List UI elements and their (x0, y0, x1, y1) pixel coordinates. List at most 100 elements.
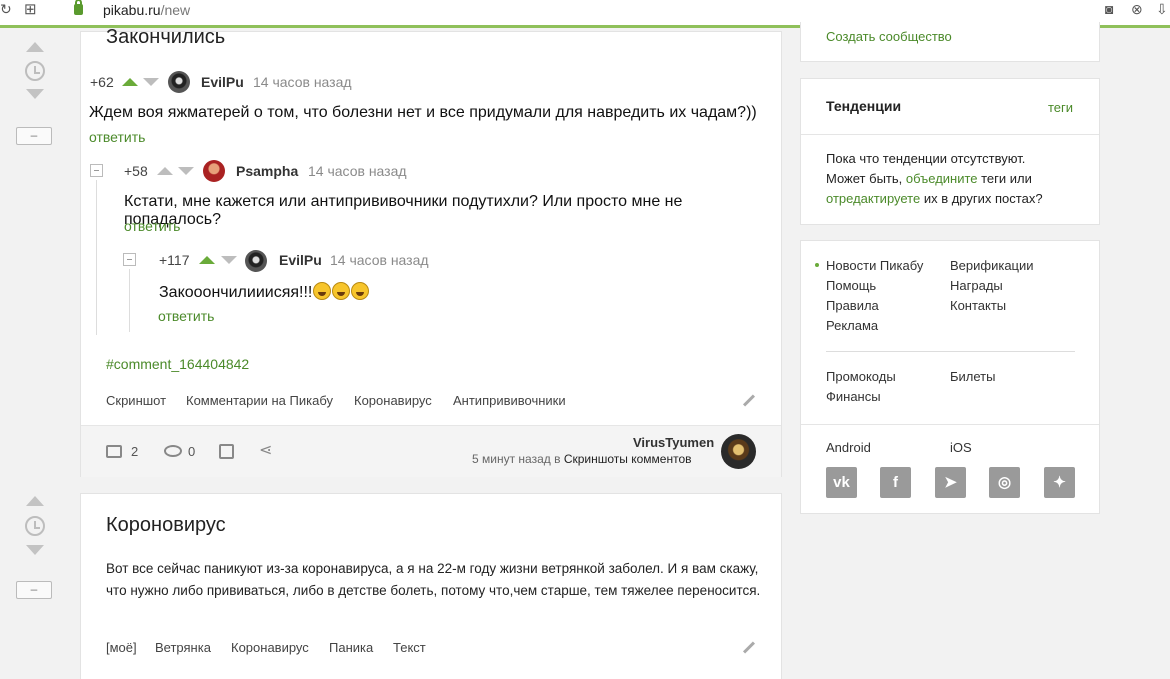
footer-link-promocodes[interactable]: Промокоды (826, 369, 896, 384)
post-author[interactable]: VirusTyumen (633, 435, 714, 450)
comment-text: Ждем воя яжматерей о том, что болезни не… (89, 104, 757, 121)
author-avatar[interactable] (721, 434, 756, 469)
clock-icon[interactable] (25, 516, 45, 536)
facebook-icon[interactable]: f (880, 467, 911, 498)
create-community-link[interactable]: Создать сообщество (826, 29, 952, 44)
android-app-link[interactable]: Android (826, 440, 871, 455)
laughing-emoji-icon (313, 282, 332, 300)
post-card: Закончились +62 EvilPu 14 часов назад Жд… (80, 26, 782, 477)
comment-text: Кстати, мне кажется или антипрививочники… (124, 193, 683, 228)
telegram-icon[interactable]: ➤ (935, 467, 966, 498)
downvote-icon[interactable] (143, 78, 159, 86)
trends-block: Тенденции теги Пока что тенденции отсутс… (800, 78, 1100, 225)
comment-time: 14 часов назад (330, 252, 429, 268)
tag-link[interactable]: Коронавирус (231, 640, 309, 655)
laughing-emoji-icon (351, 282, 370, 300)
laughing-emoji-icon (332, 282, 351, 300)
avatar[interactable] (203, 160, 225, 182)
combine-tags-link[interactable]: объедините (906, 171, 978, 186)
community-link[interactable]: Скриншоты комментов (564, 452, 692, 466)
tag-link[interactable]: Коронавирус (354, 393, 432, 408)
post-downvote-icon[interactable] (26, 545, 44, 555)
tag-link[interactable]: Текст (393, 640, 426, 655)
clock-icon[interactable] (25, 61, 45, 81)
tag-link[interactable]: Ветрянка (155, 640, 211, 655)
edit-tags-pencil-icon[interactable] (742, 394, 756, 407)
collapse-thread-icon[interactable] (123, 253, 136, 266)
url-field[interactable]: pikabu.ru/new (103, 2, 190, 18)
post-card: Короновирус Вот все сейчас паникуют из-з… (80, 493, 782, 679)
post-text: Вот все сейчас паникуют из-за коронавиру… (106, 561, 761, 598)
footer-link-tickets[interactable]: Билеты (950, 369, 995, 384)
lock-icon (74, 0, 83, 15)
footer-link-rules[interactable]: Правила (826, 298, 879, 313)
divider (826, 351, 1075, 352)
post-upvote-icon[interactable] (26, 496, 44, 506)
views-count: 0 (188, 444, 196, 459)
reply-link[interactable]: ответить (124, 218, 180, 234)
vk-icon[interactable]: vk (826, 467, 857, 498)
trends-title: Тенденции (826, 98, 902, 114)
collapse-post-button[interactable]: – (16, 581, 52, 599)
reply-link[interactable]: ответить (89, 129, 145, 145)
save-icon[interactable] (219, 444, 234, 459)
comment-text: Закооончилииисяя!!! (159, 282, 370, 302)
post-title[interactable]: Закончились (106, 26, 225, 49)
comment-time: 14 часов назад (308, 163, 407, 179)
thread-line[interactable] (129, 269, 130, 332)
upvote-icon[interactable] (122, 78, 138, 86)
edit-tags-link[interactable]: отредактируете (826, 191, 920, 206)
comments-count[interactable]: 2 (131, 444, 138, 459)
footer-link-help[interactable]: Помощь (826, 278, 876, 293)
footer-link-contacts[interactable]: Контакты (950, 298, 1006, 313)
download-icon[interactable]: ⇩ (1156, 1, 1168, 18)
comment-author[interactable]: EvilPu (279, 252, 322, 268)
comment-author[interactable]: EvilPu (201, 74, 244, 90)
tag-link[interactable]: Паника (329, 640, 373, 655)
upvote-icon[interactable] (157, 167, 173, 175)
tag-link[interactable]: Скриншот (106, 393, 166, 408)
footer-link-verification[interactable]: Верификации (950, 258, 1034, 273)
footer-link-ads[interactable]: Реклама (826, 318, 878, 333)
community-block: Создать сообщество (800, 22, 1100, 62)
block-icon[interactable]: ⊗ (1131, 1, 1143, 18)
thread-line[interactable] (96, 180, 97, 335)
downvote-icon[interactable] (221, 256, 237, 264)
collapse-post-button[interactable]: – (16, 127, 52, 145)
post-title[interactable]: Короновирус (106, 514, 226, 537)
tag-link[interactable]: Антипрививочники (453, 393, 566, 408)
apps-grid-icon[interactable]: ⊞ (24, 0, 37, 18)
comment-author[interactable]: Psampha (236, 163, 298, 179)
comment-rating: +117 (159, 252, 190, 268)
instagram-icon[interactable]: ◎ (989, 467, 1020, 498)
comments-icon[interactable] (106, 445, 122, 458)
post-meta: 5 минут назад в Скриншоты комментов (472, 452, 692, 466)
avatar[interactable] (245, 250, 267, 272)
comment-anchor-link[interactable]: #comment_164404842 (106, 356, 249, 372)
post-footer: 2 0 ⋖ VirusTyumen 5 минут назад в Скринш… (81, 425, 781, 477)
trends-text: Пока что тенденции отсутствуют. Может бы… (826, 151, 1043, 206)
avatar[interactable] (168, 71, 190, 93)
camera-icon[interactable]: ◙ (1105, 1, 1113, 17)
footer-link-awards[interactable]: Награды (950, 278, 1003, 293)
tag-link[interactable]: Комментарии на Пикабу (186, 393, 333, 408)
reload-icon[interactable]: ↻ (0, 1, 12, 18)
active-dot (815, 263, 819, 267)
downvote-icon[interactable] (178, 167, 194, 175)
zen-icon[interactable]: ✦ (1044, 467, 1075, 498)
edit-tags-pencil-icon[interactable] (742, 641, 756, 654)
footer-link-finance[interactable]: Финансы (826, 389, 881, 404)
collapse-thread-icon[interactable] (90, 164, 103, 177)
reply-link[interactable]: ответить (158, 308, 214, 324)
post-upvote-icon[interactable] (26, 42, 44, 52)
tag-link[interactable]: [моё] (106, 640, 137, 655)
comment-rating: +62 (90, 74, 114, 90)
comment-rating: +58 (124, 163, 148, 179)
comment-time: 14 часов назад (253, 74, 352, 90)
upvote-icon[interactable] (199, 256, 215, 264)
trends-tags-link[interactable]: теги (1048, 100, 1073, 115)
ios-app-link[interactable]: iOS (950, 440, 972, 455)
footer-link-news[interactable]: Новости Пикабу (826, 258, 923, 273)
share-icon[interactable]: ⋖ (259, 440, 272, 460)
post-downvote-icon[interactable] (26, 89, 44, 99)
